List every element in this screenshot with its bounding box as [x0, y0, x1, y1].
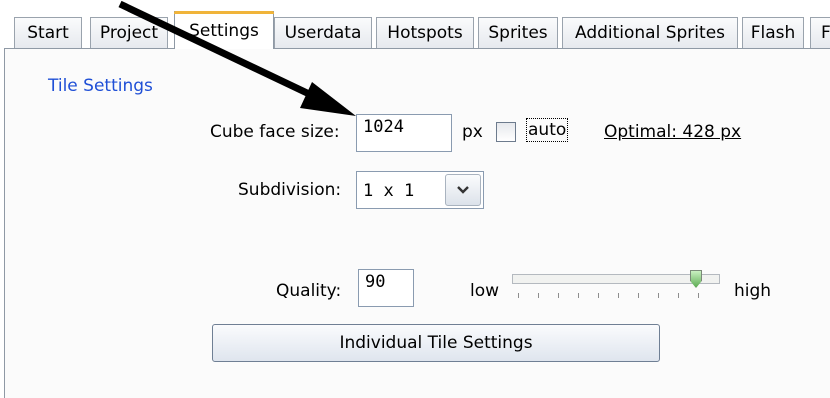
tab-overflow[interactable]: F	[810, 17, 830, 48]
subdivision-value: 1 x 1	[363, 181, 415, 201]
tab-project[interactable]: Project	[90, 17, 168, 48]
tab-settings[interactable]: Settings	[174, 11, 274, 49]
cube-face-size-label: Cube face size:	[210, 122, 340, 142]
tab-userdata[interactable]: Userdata	[274, 17, 372, 48]
tab-additional-sprites[interactable]: Additional Sprites	[562, 17, 738, 48]
subdivision-select[interactable]: 1 x 1	[356, 171, 484, 209]
quality-slider-track[interactable]	[512, 274, 720, 284]
quality-low-label: low	[470, 281, 500, 301]
tab-sprites[interactable]: Sprites	[478, 17, 558, 48]
quality-high-label: high	[734, 281, 772, 301]
optimal-size-link[interactable]: Optimal: 428 px	[604, 122, 741, 142]
auto-label[interactable]: auto	[525, 118, 569, 142]
quality-input[interactable]: 90	[358, 269, 414, 307]
tab-start[interactable]: Start	[14, 17, 82, 48]
cube-face-size-input[interactable]: 1024	[356, 114, 452, 152]
tab-flash[interactable]: Flash	[742, 17, 804, 48]
quality-label: Quality:	[276, 281, 342, 301]
tab-strip: Start Project Settings Userdata Hotspots…	[0, 0, 830, 55]
auto-checkbox[interactable]	[496, 122, 516, 142]
subdivision-label: Subdivision:	[238, 180, 342, 200]
tab-hotspots[interactable]: Hotspots	[376, 17, 474, 48]
quality-slider-ticks	[518, 293, 699, 299]
cube-face-unit: px	[462, 122, 483, 142]
group-legend: Tile Settings	[44, 76, 157, 96]
chevron-down-icon[interactable]	[445, 174, 481, 206]
individual-tile-settings-button[interactable]: Individual Tile Settings	[212, 324, 660, 362]
